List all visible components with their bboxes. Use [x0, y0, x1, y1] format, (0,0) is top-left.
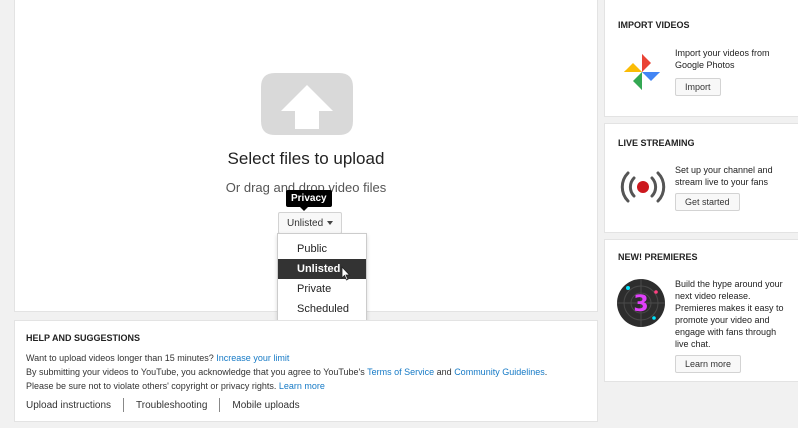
- help-links: Upload instructions Troubleshooting Mobi…: [26, 398, 300, 412]
- help-title: HELP AND SUGGESTIONS: [26, 333, 141, 343]
- premieres-panel: NEW! PREMIERES 3 Build the hype around y…: [604, 239, 798, 382]
- privacy-option-public[interactable]: Public: [278, 239, 366, 259]
- live-streaming-text: Set up your channel and stream live to y…: [675, 165, 773, 187]
- live-streaming-panel: LIVE STREAMING Set up your channel and s…: [604, 123, 798, 233]
- upload-arrow-icon[interactable]: [261, 73, 353, 135]
- import-videos-title: IMPORT VIDEOS: [618, 20, 690, 30]
- mouse-cursor-icon: [341, 266, 351, 281]
- import-videos-text: Import your videos from Google Photos: [675, 48, 770, 70]
- help-line-limit: Want to upload videos longer than 15 min…: [26, 353, 290, 363]
- upload-title: Select files to upload: [227, 149, 385, 168]
- help-panel: HELP AND SUGGESTIONS Want to upload vide…: [14, 320, 598, 422]
- learn-more-button[interactable]: Learn more: [675, 355, 742, 373]
- google-photos-icon: [624, 54, 660, 90]
- premiere-countdown-icon: 3: [617, 279, 665, 327]
- privacy-option-unlisted[interactable]: Unlisted: [278, 259, 366, 279]
- live-broadcast-icon: [620, 171, 666, 203]
- community-guidelines-link[interactable]: Community Guidelines: [454, 367, 545, 377]
- privacy-value: Unlisted: [287, 218, 324, 229]
- troubleshooting-link[interactable]: Troubleshooting: [136, 400, 207, 411]
- premieres-text: Build the hype around your next video re…: [675, 279, 784, 349]
- mobile-uploads-link[interactable]: Mobile uploads: [232, 400, 299, 411]
- upload-panel: Select files to upload Or drag and drop …: [14, 0, 598, 325]
- divider: [219, 398, 221, 412]
- increase-limit-link[interactable]: Increase your limit: [216, 353, 289, 363]
- learn-more-link[interactable]: Learn more: [279, 381, 325, 391]
- privacy-menu: Public Unlisted Private Scheduled: [277, 233, 367, 325]
- privacy-option-scheduled[interactable]: Scheduled: [278, 299, 366, 319]
- upload-instructions-link[interactable]: Upload instructions: [26, 400, 111, 411]
- get-started-button[interactable]: Get started: [675, 193, 740, 211]
- live-streaming-title: LIVE STREAMING: [618, 138, 695, 148]
- divider: [123, 398, 125, 412]
- privacy-option-private[interactable]: Private: [278, 279, 366, 299]
- premieres-title: NEW! PREMIERES: [618, 252, 698, 262]
- import-button[interactable]: Import: [675, 78, 721, 96]
- help-line-terms: By submitting your videos to YouTube, yo…: [26, 367, 548, 377]
- terms-of-service-link[interactable]: Terms of Service: [367, 367, 434, 377]
- caret-down-icon: [327, 221, 334, 226]
- import-videos-panel: IMPORT VIDEOS Import your videos from Go…: [604, 0, 798, 117]
- svg-text:3: 3: [633, 292, 648, 317]
- privacy-dropdown-button[interactable]: Unlisted: [278, 212, 343, 234]
- privacy-tooltip: Privacy: [286, 190, 332, 211]
- help-line-copyright: Please be sure not to violate others' co…: [26, 381, 325, 391]
